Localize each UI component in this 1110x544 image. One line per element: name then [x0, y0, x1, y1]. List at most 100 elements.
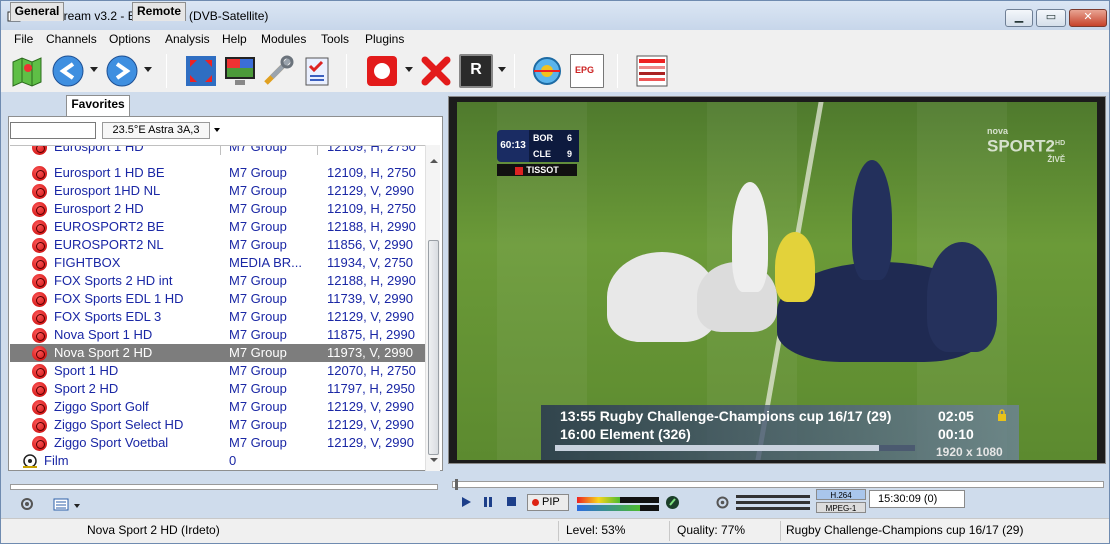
list-item[interactable]: FIGHTBOX MEDIA BR... 11934, V, 2750 [10, 254, 425, 272]
next-starts-in: 00:10 [938, 426, 974, 442]
forward-icon[interactable] [105, 54, 139, 88]
channel-name: Sport 1 HD [54, 363, 119, 378]
channel-name: Nova Sport 1 HD [54, 327, 153, 342]
scrollbar-thumb[interactable] [428, 240, 439, 455]
channel-provider: M7 Group [229, 399, 287, 414]
recorder-icon[interactable]: R [459, 54, 493, 88]
channel-provider: M7 Group [229, 219, 287, 234]
audio-bar[interactable] [736, 507, 810, 510]
signal-status-icon[interactable] [665, 495, 680, 510]
checklist-icon[interactable] [300, 54, 334, 88]
chevron-down-icon [214, 128, 220, 132]
seek-bar[interactable] [452, 479, 1104, 490]
channel-frequency: 12109, H, 2750 [327, 145, 416, 154]
tab-favorites[interactable]: Favorites [66, 95, 130, 117]
stop-square-icon[interactable] [505, 495, 517, 509]
sponsor-logo: TISSOT [497, 164, 577, 176]
fullscreen-icon[interactable] [184, 54, 218, 88]
list-item[interactable]: Sport 2 HD M7 Group 11797, H, 2950 [10, 380, 425, 398]
tab-remote[interactable]: Remote [132, 2, 186, 21]
list-item[interactable]: Ziggo Sport Select HD M7 Group 12129, V,… [10, 416, 425, 434]
list-item[interactable]: Ziggo Sport Voetbal M7 Group 12129, V, 2… [10, 434, 425, 452]
menu-file[interactable]: File [14, 32, 33, 46]
record-icon[interactable] [365, 54, 399, 88]
teletext-icon[interactable] [635, 54, 669, 88]
list-item[interactable]: Sport 1 HD M7 Group 12070, H, 2750 [10, 362, 425, 380]
channel-frequency: 11856, V, 2990 [327, 237, 414, 252]
menu-channels[interactable]: Channels [46, 32, 97, 46]
list-item[interactable]: Ziggo Sport Golf M7 Group 12129, V, 2990 [10, 398, 425, 416]
list-item[interactable]: Eurosport 1 HD BE M7 Group 12109, H, 275… [10, 164, 425, 182]
scroll-down-icon[interactable] [430, 458, 438, 462]
volume-icon[interactable] [716, 496, 729, 509]
tab-general[interactable]: General [10, 2, 64, 21]
menu-help[interactable]: Help [222, 32, 247, 46]
scrambled-channel-icon [32, 382, 47, 397]
channel-frequency: 12070, H, 2750 [327, 363, 416, 378]
channel-logo-brand: nova [987, 126, 1009, 136]
filter-input[interactable] [10, 122, 96, 139]
scoreboard: 60:13 BOR 6 CLE 9 [497, 130, 579, 162]
list-item[interactable]: Eurosport 2 HD M7 Group 12109, H, 2750 [10, 200, 425, 218]
menu-modules[interactable]: Modules [261, 32, 306, 46]
menu-plugins[interactable]: Plugins [365, 32, 404, 46]
scan-icon[interactable] [530, 54, 564, 88]
list-item[interactable]: FOX Sports EDL 1 HD M7 Group 11739, V, 2… [10, 290, 425, 308]
channel-provider: M7 Group [229, 145, 287, 154]
seek-handle[interactable] [455, 479, 458, 490]
back-dropdown-icon[interactable] [90, 67, 98, 72]
balance-bar[interactable] [736, 501, 810, 504]
view-dropdown-icon[interactable] [74, 504, 80, 508]
stop-icon[interactable] [419, 54, 453, 88]
record-dropdown-icon[interactable] [405, 67, 413, 72]
scroll-up-icon[interactable] [430, 159, 438, 163]
minimize-button[interactable]: ▁ [1005, 9, 1033, 27]
list-view-icon[interactable] [53, 498, 69, 511]
left-slider[interactable] [10, 484, 438, 490]
now-remaining: 02:05 [938, 408, 974, 424]
menu-tools[interactable]: Tools [321, 32, 349, 46]
channel-provider: M7 Group [229, 165, 287, 180]
epg-icon[interactable]: EPG [570, 54, 604, 88]
maximize-button[interactable]: ▭ [1036, 9, 1066, 27]
list-item[interactable]: EUROSPORT2 NL M7 Group 11856, V, 2990 [10, 236, 425, 254]
toolbar-separator [617, 54, 618, 88]
list-item[interactable]: FOX Sports 2 HD int M7 Group 12188, H, 2… [10, 272, 425, 290]
play-icon[interactable] [460, 495, 472, 509]
list-item[interactable]: Eurosport 1 HD M7 Group 12109, H, 2750 [10, 145, 425, 156]
list-scrollbar[interactable] [425, 145, 440, 471]
pip-button[interactable]: PIP [527, 494, 569, 511]
folder-icon [23, 454, 37, 468]
speaker-icon[interactable] [20, 497, 34, 511]
scrambled-channel-icon [32, 400, 47, 415]
channel-frequency: 12129, V, 2990 [327, 309, 414, 324]
monitor-icon[interactable] [223, 54, 257, 88]
map-icon[interactable] [10, 54, 44, 88]
now-program: 13:55 Rugby Challenge-Champions cup 16/1… [560, 408, 892, 424]
channel-provider: M7 Group [229, 417, 287, 432]
back-icon[interactable] [51, 54, 85, 88]
list-item-selected[interactable]: Nova Sport 2 HD M7 Group 11973, V, 2990 [10, 344, 425, 362]
close-button[interactable]: ✕ [1069, 9, 1107, 27]
satellite-select[interactable]: 23.5°E Astra 3A,3 [102, 122, 222, 139]
list-item[interactable]: Nova Sport 1 HD M7 Group 11875, H, 2990 [10, 326, 425, 344]
list-item[interactable]: Eurosport 1HD NL M7 Group 12129, V, 2990 [10, 182, 425, 200]
column-divider[interactable] [317, 145, 318, 155]
team-2-score: 9 [567, 149, 573, 159]
menu-options[interactable]: Options [109, 32, 150, 46]
list-item[interactable]: FOX Sports EDL 3 M7 Group 12129, V, 2990 [10, 308, 425, 326]
scrambled-channel-icon [32, 146, 47, 155]
list-item[interactable]: EUROSPORT2 BE M7 Group 12188, H, 2990 [10, 218, 425, 236]
volume-bar[interactable] [736, 495, 810, 498]
recorder-dropdown-icon[interactable] [498, 67, 506, 72]
channel-frequency: 12109, H, 2750 [327, 165, 416, 180]
pause-icon[interactable] [482, 495, 494, 509]
folder-item[interactable]: Film 0 [10, 452, 425, 470]
channel-frequency: 12188, H, 2990 [327, 273, 416, 288]
tools-icon[interactable] [261, 54, 295, 88]
column-divider[interactable] [220, 145, 221, 155]
team-1: BOR 6 [529, 130, 579, 146]
toolbar-separator [346, 54, 347, 88]
forward-dropdown-icon[interactable] [144, 67, 152, 72]
menu-analysis[interactable]: Analysis [165, 32, 210, 46]
